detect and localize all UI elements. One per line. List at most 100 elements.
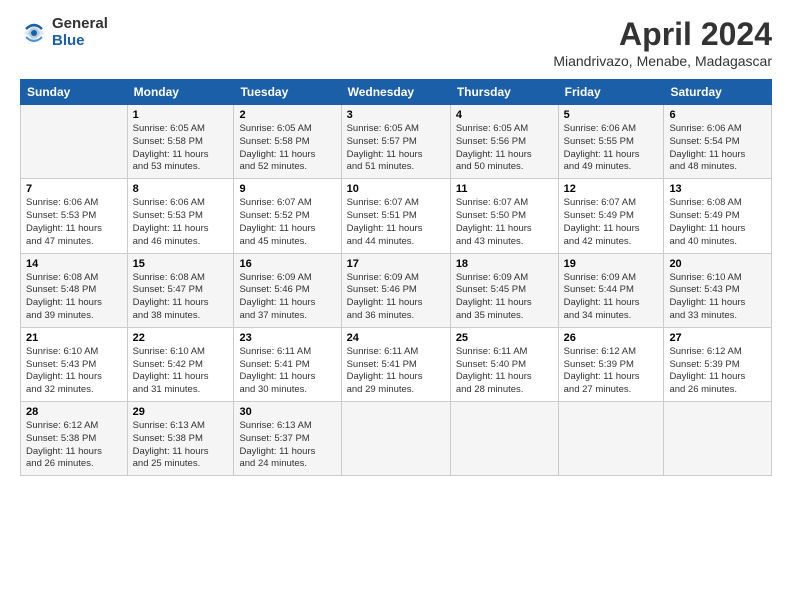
calendar-cell: 28 Sunrise: 6:12 AM Sunset: 5:38 PM Dayli… — [21, 402, 128, 476]
calendar-cell: 7 Sunrise: 6:06 AM Sunset: 5:53 PM Daylig… — [21, 179, 128, 253]
day-number: 24 — [347, 332, 445, 344]
day-info: Sunrise: 6:07 AM Sunset: 5:52 PM Dayligh… — [239, 197, 335, 248]
calendar-cell: 23 Sunrise: 6:11 AM Sunset: 5:41 PM Dayli… — [234, 327, 341, 401]
day-number: 3 — [347, 109, 445, 121]
calendar-cell: 17 Sunrise: 6:09 AM Sunset: 5:46 PM Dayli… — [341, 253, 450, 327]
day-info: Sunrise: 6:12 AM Sunset: 5:38 PM Dayligh… — [26, 420, 122, 471]
day-info: Sunrise: 6:05 AM Sunset: 5:56 PM Dayligh… — [456, 123, 553, 174]
day-number: 13 — [669, 183, 766, 195]
day-info: Sunrise: 6:06 AM Sunset: 5:55 PM Dayligh… — [564, 123, 659, 174]
day-number: 4 — [456, 109, 553, 121]
logo-blue-text: Blue — [52, 33, 108, 50]
day-info: Sunrise: 6:09 AM Sunset: 5:44 PM Dayligh… — [564, 272, 659, 323]
calendar-cell — [558, 402, 664, 476]
week-row-3: 14 Sunrise: 6:08 AM Sunset: 5:48 PM Dayli… — [21, 253, 772, 327]
calendar-cell: 30 Sunrise: 6:13 AM Sunset: 5:37 PM Dayli… — [234, 402, 341, 476]
calendar-cell: 6Sunrise: 6:06 AM Sunset: 5:54 PM Daylig… — [664, 105, 772, 179]
day-number: 14 — [26, 258, 122, 270]
day-info: Sunrise: 6:05 AM Sunset: 5:58 PM Dayligh… — [133, 123, 229, 174]
day-info: Sunrise: 6:05 AM Sunset: 5:57 PM Dayligh… — [347, 123, 445, 174]
day-info: Sunrise: 6:12 AM Sunset: 5:39 PM Dayligh… — [564, 346, 659, 397]
day-number: 30 — [239, 406, 335, 418]
logo-general-text: General — [52, 16, 108, 33]
calendar-cell: 12 Sunrise: 6:07 AM Sunset: 5:49 PM Dayli… — [558, 179, 664, 253]
calendar-cell: 22 Sunrise: 6:10 AM Sunset: 5:42 PM Dayli… — [127, 327, 234, 401]
day-number: 26 — [564, 332, 659, 344]
day-number: 25 — [456, 332, 553, 344]
calendar-cell: 27Sunrise: 6:12 AM Sunset: 5:39 PM Dayli… — [664, 327, 772, 401]
day-number: 7 — [26, 183, 122, 195]
col-thursday: Thursday — [450, 80, 558, 105]
calendar-cell: 10Sunrise: 6:07 AM Sunset: 5:51 PM Dayli… — [341, 179, 450, 253]
calendar-cell: 25 Sunrise: 6:11 AM Sunset: 5:40 PM Dayli… — [450, 327, 558, 401]
calendar-body: 1 Sunrise: 6:05 AM Sunset: 5:58 PM Daylig… — [21, 105, 772, 476]
subtitle: Miandrivazo, Menabe, Madagascar — [553, 53, 772, 69]
col-saturday: Saturday — [664, 80, 772, 105]
day-info: Sunrise: 6:08 AM Sunset: 5:48 PM Dayligh… — [26, 272, 122, 323]
day-number: 28 — [26, 406, 122, 418]
page: General Blue April 2024 Miandrivazo, Men… — [0, 0, 792, 612]
logo-text: General Blue — [52, 16, 108, 49]
day-info: Sunrise: 6:10 AM Sunset: 5:43 PM Dayligh… — [669, 272, 766, 323]
col-tuesday: Tuesday — [234, 80, 341, 105]
col-sunday: Sunday — [21, 80, 128, 105]
calendar-cell: 8Sunrise: 6:06 AM Sunset: 5:53 PM Daylig… — [127, 179, 234, 253]
calendar-cell: 21Sunrise: 6:10 AM Sunset: 5:43 PM Dayli… — [21, 327, 128, 401]
title-block: April 2024 Miandrivazo, Menabe, Madagasc… — [553, 16, 772, 69]
calendar-cell: 24 Sunrise: 6:11 AM Sunset: 5:41 PM Dayli… — [341, 327, 450, 401]
col-monday: Monday — [127, 80, 234, 105]
day-number: 12 — [564, 183, 659, 195]
calendar-cell — [21, 105, 128, 179]
calendar-cell — [664, 402, 772, 476]
day-info: Sunrise: 6:10 AM Sunset: 5:43 PM Dayligh… — [26, 346, 122, 397]
day-number: 16 — [239, 258, 335, 270]
day-info: Sunrise: 6:07 AM Sunset: 5:49 PM Dayligh… — [564, 197, 659, 248]
calendar-cell: 3 Sunrise: 6:05 AM Sunset: 5:57 PM Daylig… — [341, 105, 450, 179]
day-info: Sunrise: 6:10 AM Sunset: 5:42 PM Dayligh… — [133, 346, 229, 397]
day-info: Sunrise: 6:13 AM Sunset: 5:37 PM Dayligh… — [239, 420, 335, 471]
week-row-4: 21Sunrise: 6:10 AM Sunset: 5:43 PM Dayli… — [21, 327, 772, 401]
day-info: Sunrise: 6:11 AM Sunset: 5:41 PM Dayligh… — [347, 346, 445, 397]
calendar-cell: 14 Sunrise: 6:08 AM Sunset: 5:48 PM Dayli… — [21, 253, 128, 327]
calendar-cell — [341, 402, 450, 476]
calendar-cell: 19Sunrise: 6:09 AM Sunset: 5:44 PM Dayli… — [558, 253, 664, 327]
week-row-1: 1 Sunrise: 6:05 AM Sunset: 5:58 PM Daylig… — [21, 105, 772, 179]
calendar-cell: 5Sunrise: 6:06 AM Sunset: 5:55 PM Daylig… — [558, 105, 664, 179]
header-row: Sunday Monday Tuesday Wednesday Thursday… — [21, 80, 772, 105]
calendar-table: Sunday Monday Tuesday Wednesday Thursday… — [20, 79, 772, 476]
calendar-cell: 13Sunrise: 6:08 AM Sunset: 5:49 PM Dayli… — [664, 179, 772, 253]
day-number: 29 — [133, 406, 229, 418]
day-info: Sunrise: 6:09 AM Sunset: 5:46 PM Dayligh… — [347, 272, 445, 323]
day-number: 9 — [239, 183, 335, 195]
calendar-cell: 16 Sunrise: 6:09 AM Sunset: 5:46 PM Dayli… — [234, 253, 341, 327]
day-info: Sunrise: 6:11 AM Sunset: 5:40 PM Dayligh… — [456, 346, 553, 397]
calendar-cell: 26 Sunrise: 6:12 AM Sunset: 5:39 PM Dayli… — [558, 327, 664, 401]
day-info: Sunrise: 6:06 AM Sunset: 5:53 PM Dayligh… — [133, 197, 229, 248]
week-row-5: 28 Sunrise: 6:12 AM Sunset: 5:38 PM Dayli… — [21, 402, 772, 476]
day-info: Sunrise: 6:09 AM Sunset: 5:45 PM Dayligh… — [456, 272, 553, 323]
calendar-header: Sunday Monday Tuesday Wednesday Thursday… — [21, 80, 772, 105]
calendar-cell: 4 Sunrise: 6:05 AM Sunset: 5:56 PM Daylig… — [450, 105, 558, 179]
day-number: 1 — [133, 109, 229, 121]
day-info: Sunrise: 6:07 AM Sunset: 5:50 PM Dayligh… — [456, 197, 553, 248]
day-number: 22 — [133, 332, 229, 344]
day-number: 18 — [456, 258, 553, 270]
day-number: 2 — [239, 109, 335, 121]
day-info: Sunrise: 6:11 AM Sunset: 5:41 PM Dayligh… — [239, 346, 335, 397]
day-info: Sunrise: 6:09 AM Sunset: 5:46 PM Dayligh… — [239, 272, 335, 323]
main-title: April 2024 — [553, 16, 772, 53]
day-info: Sunrise: 6:06 AM Sunset: 5:53 PM Dayligh… — [26, 197, 122, 248]
day-info: Sunrise: 6:05 AM Sunset: 5:58 PM Dayligh… — [239, 123, 335, 174]
col-friday: Friday — [558, 80, 664, 105]
week-row-2: 7 Sunrise: 6:06 AM Sunset: 5:53 PM Daylig… — [21, 179, 772, 253]
day-number: 17 — [347, 258, 445, 270]
day-info: Sunrise: 6:07 AM Sunset: 5:51 PM Dayligh… — [347, 197, 445, 248]
calendar-cell: 2 Sunrise: 6:05 AM Sunset: 5:58 PM Daylig… — [234, 105, 341, 179]
day-number: 20 — [669, 258, 766, 270]
day-number: 23 — [239, 332, 335, 344]
day-number: 15 — [133, 258, 229, 270]
calendar-cell: 18 Sunrise: 6:09 AM Sunset: 5:45 PM Dayli… — [450, 253, 558, 327]
day-info: Sunrise: 6:12 AM Sunset: 5:39 PM Dayligh… — [669, 346, 766, 397]
day-number: 6 — [669, 109, 766, 121]
calendar-cell: 29Sunrise: 6:13 AM Sunset: 5:38 PM Dayli… — [127, 402, 234, 476]
